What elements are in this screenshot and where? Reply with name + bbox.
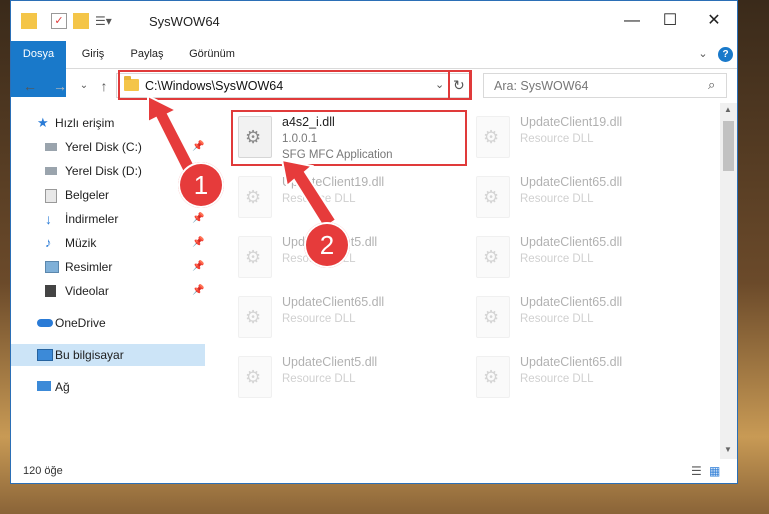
step-2-badge: 2 (304, 222, 350, 268)
annotation-arrows (147, 94, 338, 230)
arrow-to-address (147, 94, 198, 176)
arrow-to-file (280, 158, 338, 230)
step-1-badge: 1 (178, 162, 224, 208)
